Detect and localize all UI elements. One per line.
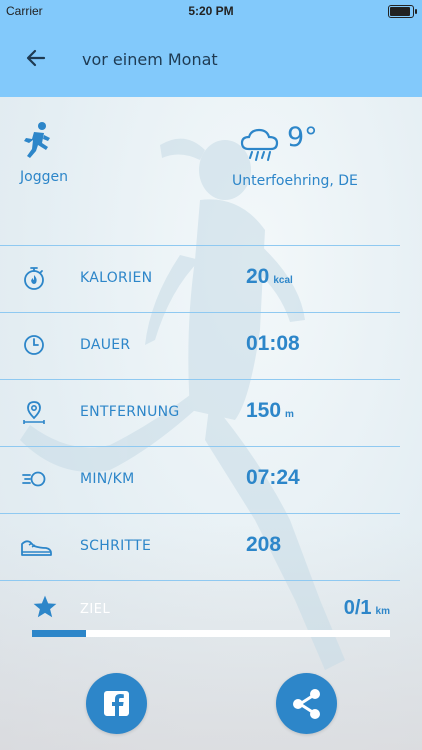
nav-bar: vor einem Monat [0, 22, 422, 97]
back-button[interactable] [22, 44, 50, 72]
star-icon [33, 595, 57, 618]
rain-cloud-icon [240, 128, 279, 161]
stat-label: MIN/KM [80, 471, 135, 487]
stat-value: 208 [246, 533, 282, 556]
location-pin-icon [23, 401, 45, 424]
goal-value: 0/1 km [343, 597, 390, 619]
activity-summary: Joggen 9° Unterfoehring, DE [0, 97, 422, 245]
goal-progress-bar [32, 630, 390, 637]
goal-progress-fill [32, 630, 86, 637]
stat-label: SCHRITTE [80, 538, 152, 554]
running-icon [24, 122, 50, 158]
temperature: 9° [287, 122, 318, 153]
facebook-icon [104, 691, 129, 716]
battery-icon [388, 5, 417, 18]
goal-section: ZIEL 0/1 km [0, 590, 422, 650]
stat-value: 20 kcal [246, 265, 293, 288]
share-button[interactable] [276, 673, 337, 734]
stat-value: 07:24 [246, 466, 300, 489]
stat-unit: m [285, 409, 294, 420]
stopwatch-flame-icon [24, 267, 44, 290]
stat-value: 150 m [246, 399, 294, 422]
stat-row-distance: ENTFERNUNG 150 m [0, 379, 400, 446]
stat-label: DAUER [80, 337, 131, 353]
speed-icon [22, 471, 46, 487]
share-icon [293, 689, 320, 719]
stat-value: 01:08 [246, 332, 300, 355]
stat-label: ENTFERNUNG [80, 404, 180, 420]
clock-icon [24, 335, 44, 355]
facebook-share-button[interactable] [86, 673, 147, 734]
sneaker-icon [21, 540, 52, 556]
activity-type-label: Joggen [20, 169, 68, 185]
stat-unit: kcal [273, 275, 293, 286]
stat-row-steps: SCHRITTE 208 [0, 513, 400, 581]
arrow-left-icon [26, 49, 46, 67]
stats-list: KALORIEN 20 kcal DAUER 01:08 ENTFERNUNG 1… [0, 245, 400, 581]
status-time: 5:20 PM [188, 4, 234, 18]
status-bar: Carrier 5:20 PM [0, 0, 422, 22]
goal-label: ZIEL [80, 602, 111, 617]
weather-location: Unterfoehring, DE [232, 173, 358, 189]
stat-row-duration: DAUER 01:08 [0, 312, 400, 379]
page-title: vor einem Monat [82, 50, 218, 69]
stat-row-pace: MIN/KM 07:24 [0, 446, 400, 513]
goal-unit: km [375, 606, 390, 617]
stat-row-calories: KALORIEN 20 kcal [0, 245, 400, 312]
stat-label: KALORIEN [80, 270, 153, 286]
